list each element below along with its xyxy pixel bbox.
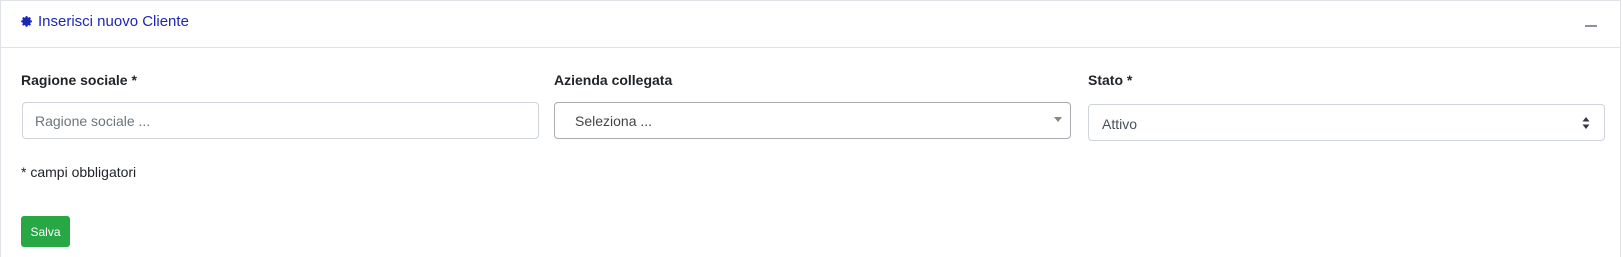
ragione-sociale-input[interactable] xyxy=(22,102,539,139)
card-title-text: Inserisci nuovo Cliente xyxy=(38,13,189,30)
dropdown-arrow-icon xyxy=(1054,117,1062,122)
azienda-collegata-select[interactable]: Seleziona ... xyxy=(554,102,1071,139)
cog-icon xyxy=(21,15,32,27)
stato-value: Attivo xyxy=(1102,116,1138,132)
azienda-collegata-value: Seleziona ... xyxy=(575,113,653,129)
stato-label: Stato * xyxy=(1088,72,1133,88)
sort-updown-icon xyxy=(1582,117,1590,129)
new-client-card: Inserisci nuovo Cliente Ragione sociale … xyxy=(0,0,1621,257)
card-title: Inserisci nuovo Cliente xyxy=(21,13,189,30)
stato-select[interactable]: Attivo xyxy=(1088,104,1605,141)
minus-icon[interactable] xyxy=(1585,25,1597,27)
required-fields-note: * campi obbligatori xyxy=(21,164,137,180)
ragione-sociale-label: Ragione sociale * xyxy=(21,72,137,88)
azienda-collegata-label: Azienda collegata xyxy=(554,72,673,88)
save-button[interactable]: Salva xyxy=(21,216,70,247)
card-header: Inserisci nuovo Cliente xyxy=(1,1,1620,48)
